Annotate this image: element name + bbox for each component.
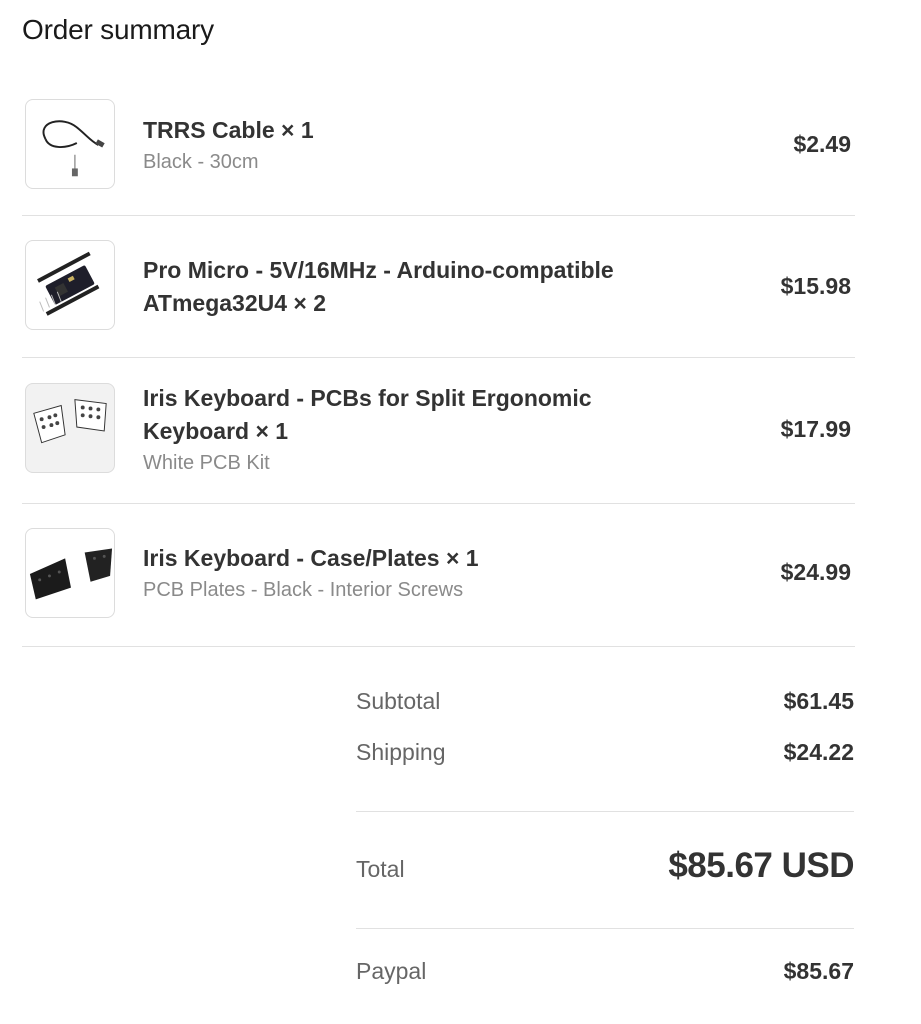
item-name: Iris Keyboard - Case/Plates × 1 [143,545,479,571]
pro-micro-board-image [25,240,115,330]
total-row: Total $85.67 USD [356,846,854,896]
trrs-cable-image [25,99,115,189]
item-name: Pro Micro - 5V/16MHz - Arduino-compatibl… [143,257,614,316]
item-name: Iris Keyboard - PCBs for Split Ergonomic… [143,385,592,444]
order-totals: Subtotal $61.45 Shipping $24.22 Total $8… [356,688,854,1008]
line-item-pro-micro: Pro Micro - 5V/16MHz - Arduino-compatibl… [22,215,855,358]
iris-pcb-image [25,383,115,473]
item-name: TRRS Cable × 1 [143,117,314,143]
payment-row: Paypal $85.67 [356,958,854,990]
iris-case-plates-image [25,528,115,618]
item-variant: White PCB Kit [143,452,270,474]
divider [356,928,854,929]
line-item-iris-pcbs: Iris Keyboard - PCBs for Split Ergonomic… [22,357,855,504]
item-info: Pro Micro - 5V/16MHz - Arduino-compatibl… [143,254,703,320]
shipping-row: Shipping $24.22 [356,739,854,771]
subtotal-label: Subtotal [356,688,441,714]
total-label: Total [356,856,405,882]
subtotal-row: Subtotal $61.45 [356,688,854,720]
line-item-iris-case-plates: Iris Keyboard - Case/Plates × 1 PCB Plat… [22,503,855,647]
page-title: Order summary [22,14,214,45]
shipping-label: Shipping [356,739,446,765]
item-variant: Black - 30cm [143,151,259,173]
payment-method-label: Paypal [356,958,427,984]
item-info: TRRS Cable × 1 Black - 30cm [143,114,703,177]
total-value: $85.67 USD [668,846,854,885]
item-price: $17.99 [780,416,851,442]
item-variant: PCB Plates - Black - Interior Screws [143,579,464,601]
item-price: $15.98 [780,273,851,299]
subtotal-value: $61.45 [783,688,854,714]
item-price: $24.99 [780,559,851,585]
divider [356,811,854,812]
line-item-trrs-cable: TRRS Cable × 1 Black - 30cm $2.49 [22,98,855,216]
payment-value: $85.67 [783,958,854,984]
shipping-value: $24.22 [783,739,854,765]
item-info: Iris Keyboard - Case/Plates × 1 PCB Plat… [143,542,703,605]
item-info: Iris Keyboard - PCBs for Split Ergonomic… [143,382,703,478]
item-price: $2.49 [793,131,851,157]
